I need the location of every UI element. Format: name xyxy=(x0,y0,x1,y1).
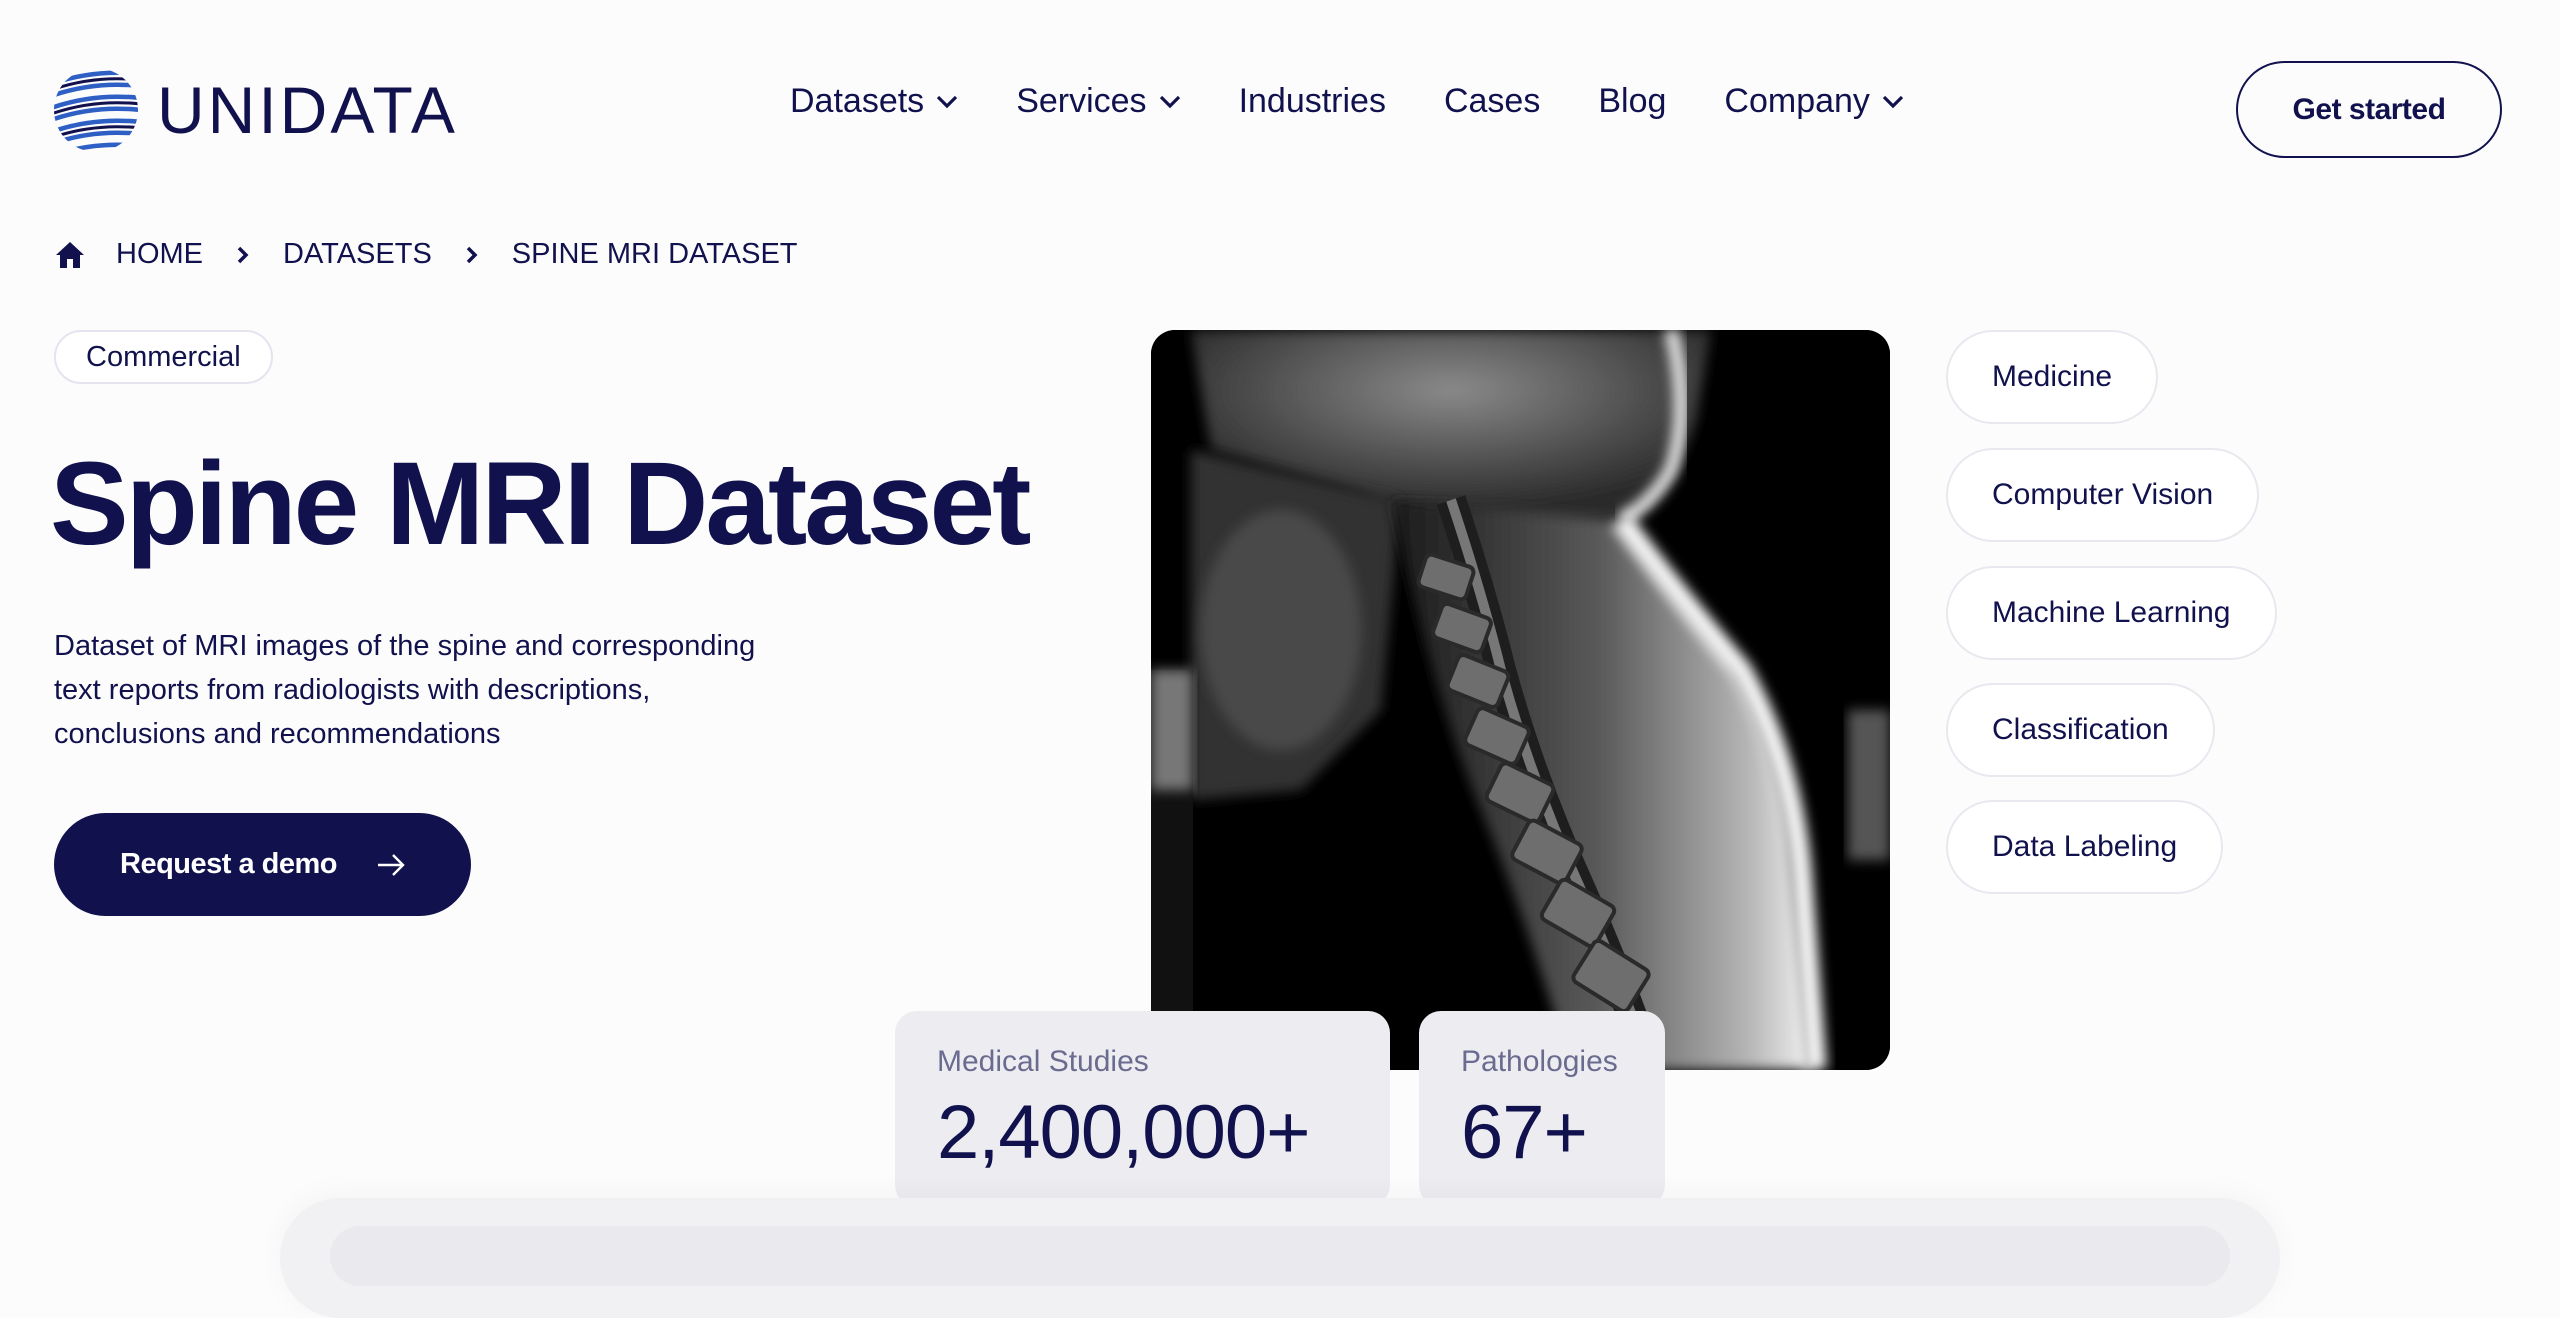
tag-machine-learning[interactable]: Machine Learning xyxy=(1946,566,2277,660)
chevron-down-icon xyxy=(937,95,958,108)
stat-studies-value: 2,400,000+ xyxy=(937,1090,1311,1175)
breadcrumb: HOME DATASETS SPINE MRI DATASET xyxy=(54,238,798,271)
stat-medical-studies: Medical Studies 2,400,000+ xyxy=(895,1011,1390,1207)
stat-pathologies-label: Pathologies xyxy=(1461,1045,1618,1078)
nav-cases-label: Cases xyxy=(1443,82,1541,120)
nav-company[interactable]: Company xyxy=(1724,82,1904,121)
tag-computer-vision[interactable]: Computer Vision xyxy=(1946,448,2260,542)
request-demo-label: Request a demo xyxy=(120,848,338,880)
breadcrumb-datasets[interactable]: DATASETS xyxy=(283,238,432,271)
request-demo-button[interactable]: Request a demo xyxy=(54,813,471,916)
stat-pathologies-value: 67+ xyxy=(1461,1090,1588,1175)
page-title: Spine MRI Dataset xyxy=(50,438,1031,570)
breadcrumb-current: SPINE MRI DATASET xyxy=(511,238,798,270)
get-started-button[interactable]: Get started xyxy=(2236,61,2502,158)
breadcrumb-home[interactable]: HOME xyxy=(116,238,203,271)
commercial-badge: Commercial xyxy=(54,330,273,384)
tag-medicine[interactable]: Medicine xyxy=(1946,330,2159,424)
tag-classification[interactable]: Classification xyxy=(1946,683,2215,777)
nav-industries-label: Industries xyxy=(1238,82,1386,120)
main-nav: Datasets Services Industries Cases Blog … xyxy=(790,82,1904,121)
chevron-down-icon xyxy=(1159,95,1180,108)
nav-blog-label: Blog xyxy=(1598,82,1667,120)
nav-datasets-label: Datasets xyxy=(790,82,925,120)
chevron-down-icon xyxy=(1882,95,1904,108)
home-icon[interactable] xyxy=(54,240,86,270)
nav-company-label: Company xyxy=(1724,82,1870,120)
tag-data-labeling[interactable]: Data Labeling xyxy=(1946,800,2224,894)
chevron-right-icon xyxy=(237,246,249,263)
stat-studies-label: Medical Studies xyxy=(937,1045,1149,1078)
brand-logo[interactable]: UNIDATA xyxy=(53,66,458,154)
brand-name: UNIDATA xyxy=(157,73,458,147)
globe-icon xyxy=(54,70,138,152)
nav-blog[interactable]: Blog xyxy=(1598,82,1666,121)
hero-description: Dataset of MRI images of the spine and c… xyxy=(54,630,756,750)
stat-pathologies: Pathologies 67+ xyxy=(1419,1011,1665,1207)
chevron-right-icon xyxy=(466,246,478,263)
arrow-right-icon xyxy=(378,853,405,876)
mri-scan-illustration xyxy=(1151,330,1890,1070)
nav-datasets[interactable]: Datasets xyxy=(790,82,958,121)
nav-industries[interactable]: Industries xyxy=(1239,82,1386,121)
nav-cases[interactable]: Cases xyxy=(1444,82,1540,121)
content-card-inner xyxy=(330,1226,2230,1286)
nav-services-label: Services xyxy=(1016,82,1147,120)
nav-services[interactable]: Services xyxy=(1016,82,1180,121)
spine-mri-image xyxy=(1151,330,1890,1070)
